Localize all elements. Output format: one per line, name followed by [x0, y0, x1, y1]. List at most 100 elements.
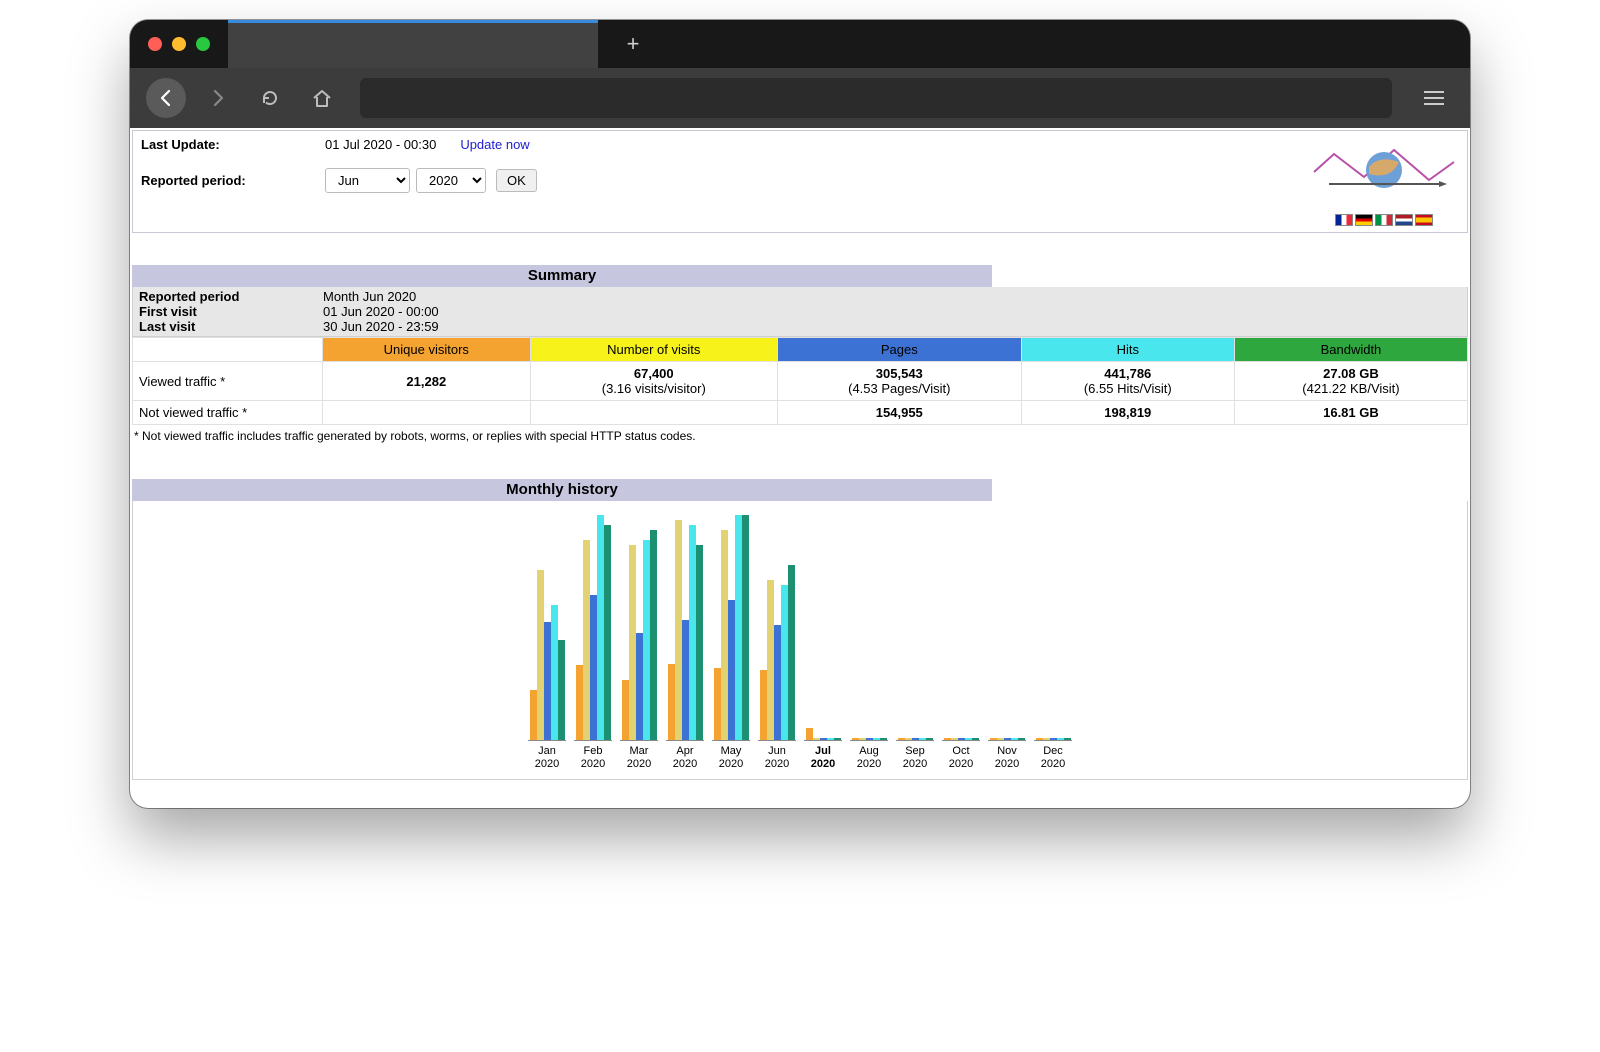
month-label: Aug2020 [857, 745, 881, 771]
bar-pg [820, 738, 827, 740]
summary-last-visit-value: 30 Jun 2020 - 23:59 [323, 319, 1461, 334]
month-column: May2020 [711, 511, 751, 771]
bar-nv [675, 520, 682, 740]
viewed-bw: 27.08 GB [1323, 366, 1379, 381]
hamburger-menu-button[interactable] [1414, 91, 1454, 105]
summary-reported-period-label: Reported period [139, 289, 323, 304]
bar-uv [668, 664, 675, 740]
awstats-logo [1309, 137, 1459, 212]
bar-uv [898, 738, 905, 740]
bar-hit [1057, 738, 1064, 740]
month-label: Nov2020 [995, 745, 1019, 771]
reload-button[interactable] [250, 78, 290, 118]
bar-uv [944, 738, 951, 740]
bar-bw [604, 525, 611, 740]
bar-bw [926, 738, 933, 740]
bar-hit [735, 515, 742, 740]
bar-bw [972, 738, 979, 740]
flag-fr-icon[interactable] [1335, 214, 1353, 226]
bar-uv [806, 728, 813, 740]
summary-reported-period-value: Month Jun 2020 [323, 289, 1461, 304]
month-column: Dec2020 [1033, 511, 1073, 771]
bar-nv [629, 545, 636, 740]
bar-nv [537, 570, 544, 740]
bar-bw [650, 530, 657, 740]
language-flags[interactable] [1309, 214, 1459, 226]
col-number-visits: Number of visits [530, 338, 777, 362]
bar-bw [788, 565, 795, 740]
bar-bw [742, 515, 749, 740]
month-label: May2020 [719, 745, 743, 771]
bar-hit [1011, 738, 1018, 740]
summary-last-visit-label: Last visit [139, 319, 323, 334]
flag-de-icon[interactable] [1355, 214, 1373, 226]
viewed-nv: 67,400 [634, 366, 674, 381]
month-column: Jul2020 [803, 511, 843, 771]
bar-nv [1043, 738, 1050, 740]
bar-nv [583, 540, 590, 740]
month-label: Mar2020 [627, 745, 651, 771]
bar-bw [1064, 738, 1071, 740]
window-minimize-icon[interactable] [172, 37, 186, 51]
window-maximize-icon[interactable] [196, 37, 210, 51]
new-tab-button[interactable]: + [598, 20, 668, 68]
month-column: Jan2020 [527, 511, 567, 771]
bar-bw [880, 738, 887, 740]
month-label: Dec2020 [1041, 745, 1065, 771]
browser-tab[interactable] [228, 20, 598, 68]
forward-button[interactable] [198, 78, 238, 118]
bar-nv [859, 738, 866, 740]
flag-it-icon[interactable] [1375, 214, 1393, 226]
month-column: Sep2020 [895, 511, 935, 771]
bar-pg [958, 738, 965, 740]
row-notviewed-label: Not viewed traffic * [133, 401, 323, 425]
flag-es-icon[interactable] [1415, 214, 1433, 226]
summary-first-visit-value: 01 Jun 2020 - 00:00 [323, 304, 1461, 319]
update-now-link[interactable]: Update now [460, 137, 529, 152]
summary-first-visit-label: First visit [139, 304, 323, 319]
viewed-hits: 441,786 [1104, 366, 1151, 381]
month-label: Jan2020 [535, 745, 559, 771]
bar-uv [576, 665, 583, 740]
viewed-hits-sub: (6.55 Hits/Visit) [1084, 381, 1172, 396]
back-button[interactable] [146, 78, 186, 118]
month-label: Jun2020 [765, 745, 789, 771]
url-bar[interactable] [360, 78, 1392, 118]
col-pages: Pages [777, 338, 1021, 362]
bar-bw [696, 545, 703, 740]
bar-uv [530, 690, 537, 740]
ok-button[interactable]: OK [496, 169, 537, 192]
last-update-label: Last Update: [141, 137, 325, 152]
bar-nv [721, 530, 728, 740]
month-select[interactable]: Jun [325, 168, 410, 193]
bar-uv [714, 668, 721, 740]
bar-pg [1050, 738, 1057, 740]
flag-nl-icon[interactable] [1395, 214, 1413, 226]
year-select[interactable]: 2020 [416, 168, 486, 193]
month-column: Apr2020 [665, 511, 705, 771]
reported-period-label: Reported period: [141, 173, 325, 188]
bar-nv [997, 738, 1004, 740]
bar-bw [1018, 738, 1025, 740]
month-label: Apr2020 [673, 745, 697, 771]
bar-uv [852, 738, 859, 740]
last-update-value: 01 Jul 2020 - 00:30 [325, 137, 436, 152]
month-column: Feb2020 [573, 511, 613, 771]
home-button[interactable] [302, 78, 342, 118]
bar-pg [912, 738, 919, 740]
bar-hit [919, 738, 926, 740]
notviewed-hits: 198,819 [1021, 401, 1234, 425]
bar-pg [866, 738, 873, 740]
window-close-icon[interactable] [148, 37, 162, 51]
notviewed-pages: 154,955 [777, 401, 1021, 425]
viewed-uv: 21,282 [406, 374, 446, 389]
viewed-nv-sub: (3.16 visits/visitor) [602, 381, 706, 396]
bar-pg [590, 595, 597, 740]
month-column: Jun2020 [757, 511, 797, 771]
col-bandwidth: Bandwidth [1234, 338, 1467, 362]
bar-hit [827, 738, 834, 740]
bar-uv [760, 670, 767, 740]
bar-uv [1036, 738, 1043, 740]
month-column: Nov2020 [987, 511, 1027, 771]
bar-pg [636, 633, 643, 740]
